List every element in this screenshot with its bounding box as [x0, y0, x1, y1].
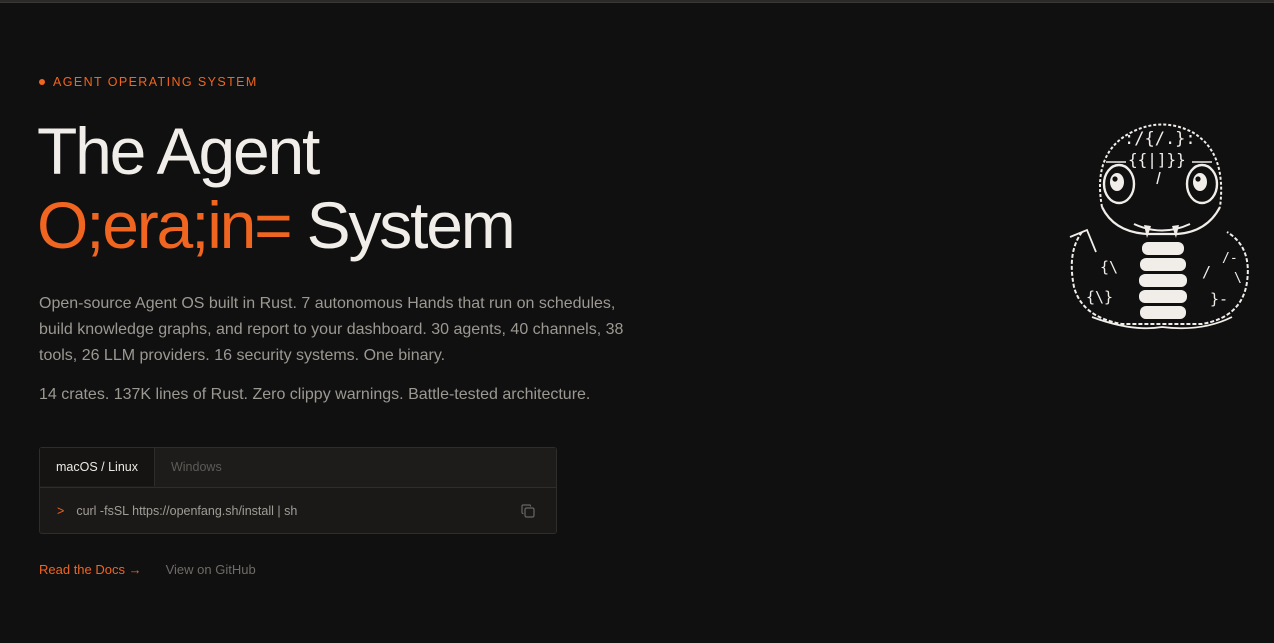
tab-macos-linux[interactable]: macOS / Linux — [40, 448, 155, 486]
eyebrow-dot-icon — [39, 79, 45, 85]
svg-text:{\: {\ — [1100, 258, 1118, 276]
ascii-snake-mascot-icon: :/{/.}: {{|]}} {\ {\} / }- /- \ — [1062, 112, 1262, 337]
mascot-body-glyphs-right: }- — [1210, 290, 1228, 308]
github-link[interactable]: View on GitHub — [166, 562, 256, 577]
svg-text:\: \ — [1234, 271, 1242, 286]
install-command-row: > curl -fsSL https://openfang.sh/install… — [40, 488, 556, 534]
install-tabs: macOS / Linux Windows — [40, 448, 556, 488]
headline-accent: O;era;in= — [37, 188, 293, 262]
mascot-head-glyphs-2: {{|]}} — [1128, 150, 1186, 169]
headline-rest: System — [306, 188, 516, 262]
svg-text:/-: /- — [1222, 251, 1238, 266]
prompt-symbol: > — [57, 504, 65, 518]
eyebrow-label: AGENT OPERATING SYSTEM — [53, 75, 258, 89]
tab-windows[interactable]: Windows — [155, 448, 238, 486]
hero-links: Read the Docs → View on GitHub — [39, 562, 256, 577]
headline-line-1: The Agent — [37, 114, 320, 188]
eyebrow: AGENT OPERATING SYSTEM — [39, 75, 258, 89]
install-command[interactable]: curl -fsSL https://openfang.sh/install |… — [76, 504, 297, 518]
install-box: macOS / Linux Windows > curl -fsSL https… — [39, 447, 557, 534]
read-docs-link[interactable]: Read the Docs → — [39, 562, 142, 577]
headline-line-2: O;era;in= System — [37, 188, 516, 262]
page-title: The Agent O;era;in= System — [37, 114, 516, 262]
hero-section: AGENT OPERATING SYSTEM The Agent O;era;i… — [37, 0, 679, 643]
hero-description: Open-source Agent OS built in Rust. 7 au… — [39, 295, 624, 364]
hero-stats: 14 crates. 137K lines of Rust. Zero clip… — [39, 386, 591, 403]
mascot-head-glyphs: :/{/.}: — [1124, 129, 1196, 149]
copy-icon[interactable] — [520, 503, 536, 519]
svg-text:/: / — [1202, 263, 1211, 281]
mascot-body-glyphs-left: {\} — [1086, 288, 1113, 306]
